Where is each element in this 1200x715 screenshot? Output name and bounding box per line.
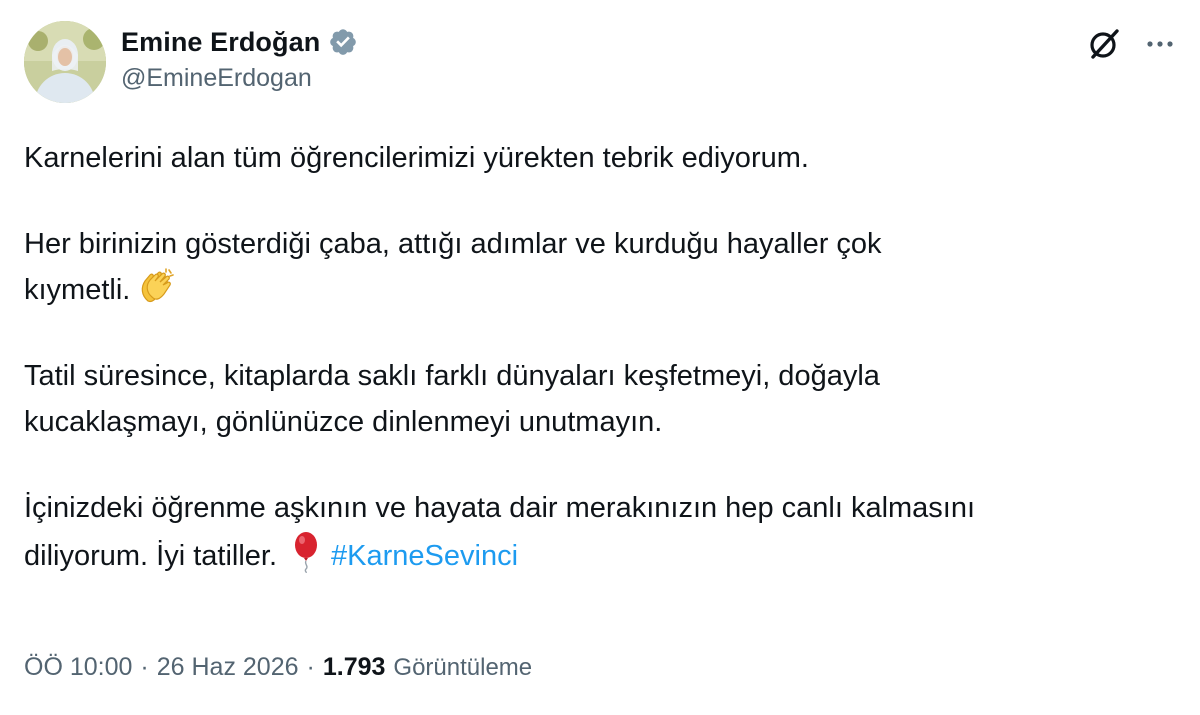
clapping-hands-emoji bbox=[136, 267, 176, 307]
tweet-meta: ÖÖ 10:00 · 26 Haz 2026 · 1.793 Görüntüle… bbox=[24, 653, 532, 682]
tweet-line: kıymetli. bbox=[24, 267, 1184, 313]
profile-photo bbox=[24, 21, 106, 103]
grok-icon[interactable] bbox=[1086, 26, 1122, 62]
balloon-emoji bbox=[291, 531, 321, 573]
tweet-line: diliyorum. İyi tatiller. #KarneSevinci bbox=[24, 531, 1184, 579]
views-count: 1.793 bbox=[322, 653, 386, 681]
tweet-line-text: kıymetli. bbox=[24, 274, 131, 306]
hashtag-link[interactable]: #KarneSevinci bbox=[331, 540, 518, 572]
top-actions bbox=[1086, 26, 1178, 62]
tweet-paragraph: Karnelerini alan tüm öğrencilerimizi yür… bbox=[24, 135, 1184, 181]
views-label: Görüntüleme bbox=[393, 653, 533, 681]
meta-separator: · bbox=[306, 653, 315, 681]
more-dots-icon[interactable] bbox=[1142, 26, 1178, 62]
display-name[interactable]: Emine Erdoğan bbox=[121, 27, 320, 58]
verified-badge-icon[interactable] bbox=[328, 27, 358, 57]
tweet-paragraph: Her birinizin gösterdiği çaba, attığı ad… bbox=[24, 221, 1184, 313]
tweet-line-text: diliyorum. İyi tatiller. bbox=[24, 540, 278, 572]
tweet-line: Tatil süresince, kitaplarda saklı farklı… bbox=[24, 360, 880, 392]
tweet-date[interactable]: 26 Haz 2026 bbox=[157, 653, 299, 682]
tweet-paragraph: Tatil süresince, kitaplarda saklı farklı… bbox=[24, 353, 1184, 445]
meta-separator: · bbox=[140, 653, 149, 681]
tweet-paragraph: İçinizdeki öğrenme aşkının ve hayata dai… bbox=[24, 485, 1184, 579]
tweet-line: Karnelerini alan tüm öğrencilerimizi yür… bbox=[24, 142, 809, 174]
author-handle[interactable]: @EmineErdogan bbox=[121, 64, 312, 93]
avatar[interactable] bbox=[24, 21, 106, 103]
author-name-row: Emine Erdoğan bbox=[121, 24, 358, 60]
tweet-line: İçinizdeki öğrenme aşkının ve hayata dai… bbox=[24, 492, 976, 524]
tweet-line: kucaklaşmayı, gönlünüzce dinlenmeyi unut… bbox=[24, 406, 663, 438]
tweet-text: Karnelerini alan tüm öğrencilerimizi yür… bbox=[24, 135, 1184, 579]
tweet-line: Her birinizin gösterdiği çaba, attığı ad… bbox=[24, 228, 882, 260]
tweet-time[interactable]: ÖÖ 10:00 bbox=[24, 653, 132, 682]
tweet-card: Emine Erdoğan @EmineErdogan Karnelerini … bbox=[0, 0, 1200, 715]
